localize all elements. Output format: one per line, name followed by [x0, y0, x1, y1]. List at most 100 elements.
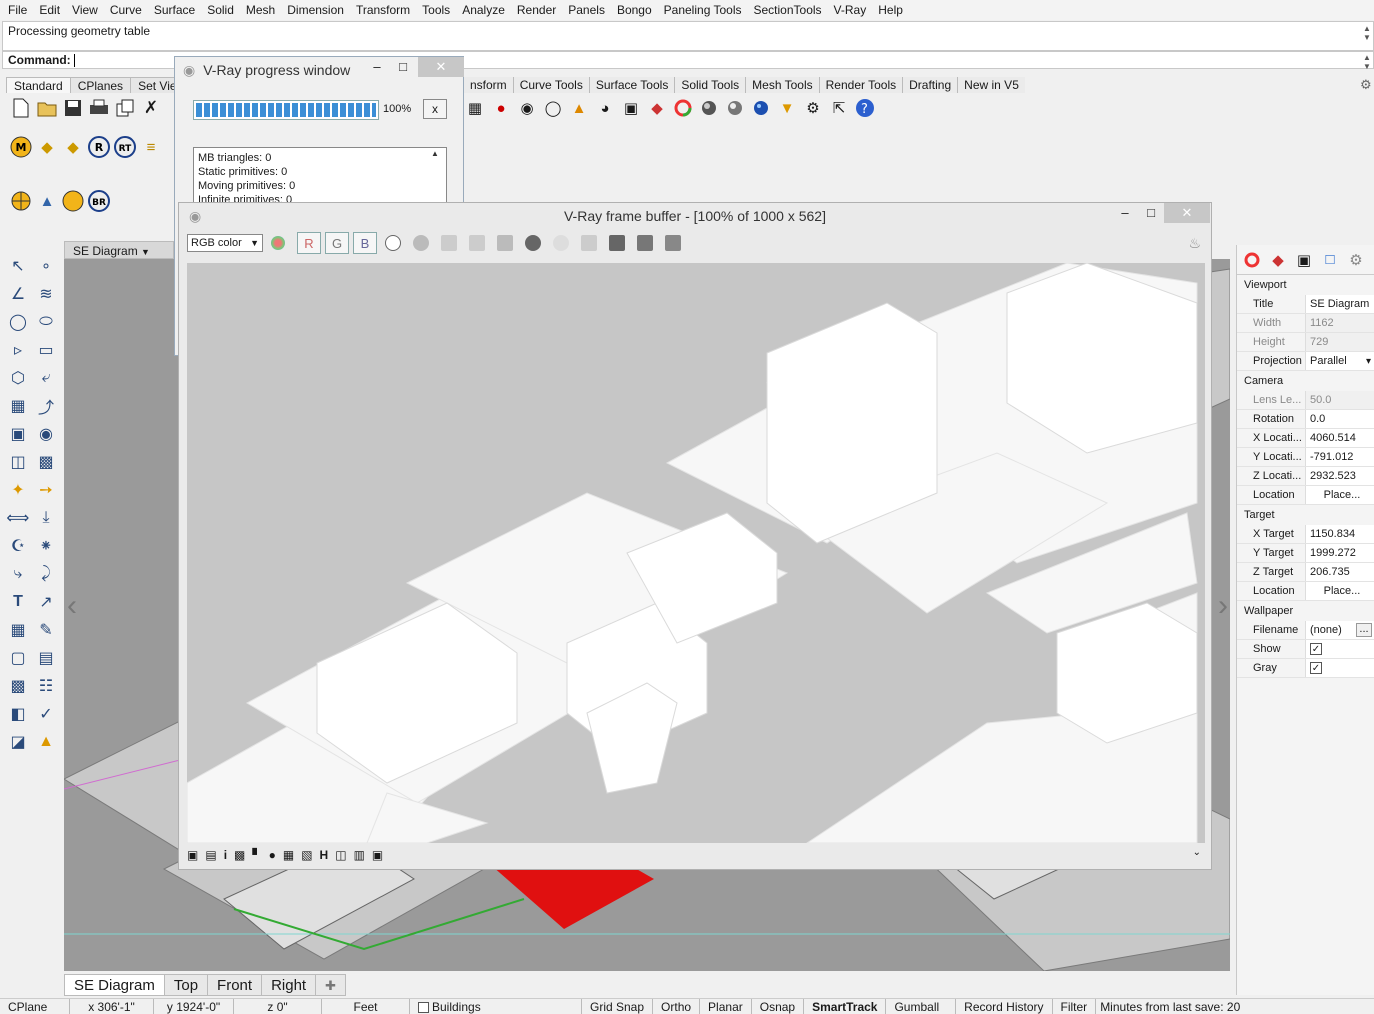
property-value[interactable]: 1999.272: [1305, 544, 1374, 562]
fb-h-icon[interactable]: H: [320, 848, 329, 862]
help-icon[interactable]: ?: [854, 97, 876, 119]
sphere-blue-icon[interactable]: [750, 97, 772, 119]
save-icon[interactable]: [62, 97, 84, 119]
alpha-icon[interactable]: [385, 235, 401, 251]
log-scroll-up-icon[interactable]: ▲: [431, 149, 439, 158]
sphere-render-icon[interactable]: [724, 97, 746, 119]
move-icon[interactable]: ⟺: [4, 504, 32, 532]
viewport-tab-front[interactable]: Front: [207, 974, 263, 996]
region-render-icon[interactable]: [609, 235, 625, 251]
fb-view-icon[interactable]: ▣: [372, 848, 383, 862]
menu-surface[interactable]: Surface: [148, 3, 201, 17]
status-osnap[interactable]: Osnap: [752, 999, 805, 1014]
chevron-down-icon[interactable]: ▾: [1366, 352, 1371, 370]
teapot-icon[interactable]: ♨: [1188, 235, 1201, 252]
property-value[interactable]: Place...: [1305, 486, 1374, 504]
fb-minimize-button[interactable]: –: [1115, 203, 1135, 223]
boolean-icon[interactable]: ◉: [32, 420, 60, 448]
scroll-right-icon[interactable]: ›: [1218, 589, 1228, 623]
fb-abc-icon[interactable]: ▥: [354, 848, 365, 862]
filter-icon[interactable]: ▼: [776, 97, 798, 119]
open-folder-icon[interactable]: [36, 97, 58, 119]
tab-solid-tools[interactable]: Solid Tools: [674, 77, 746, 93]
viewport-tab-top[interactable]: Top: [163, 974, 209, 996]
history-icon[interactable]: [665, 235, 681, 251]
save-all-icon[interactable]: [469, 235, 485, 251]
vray-framebuffer-icon[interactable]: ≡: [140, 136, 162, 158]
fb-exposure-icon[interactable]: ●: [269, 848, 276, 862]
menu-file[interactable]: File: [2, 3, 33, 17]
color-channels-icon[interactable]: [271, 236, 285, 250]
cancel-render-button[interactable]: x: [423, 99, 447, 119]
menu-section-tools[interactable]: SectionTools: [748, 3, 828, 17]
sphere-shaded-icon[interactable]: [698, 97, 720, 119]
property-value[interactable]: 2932.523: [1305, 467, 1374, 485]
property-value[interactable]: 0.0: [1305, 410, 1374, 428]
menu-transform[interactable]: Transform: [350, 3, 416, 17]
vray-material-icon[interactable]: M: [10, 136, 32, 158]
vray-rt-icon[interactable]: RT: [114, 136, 136, 158]
fb-close-button[interactable]: ✕: [1164, 203, 1210, 223]
align-icon[interactable]: ⤓: [32, 504, 60, 532]
options-gear-icon[interactable]: ⚙: [802, 97, 824, 119]
car-icon[interactable]: ●: [490, 97, 512, 119]
vray-light-icon[interactable]: ▲: [36, 190, 58, 212]
lock-icon[interactable]: ▣: [620, 97, 642, 119]
vray-mesh-icon[interactable]: [62, 190, 84, 212]
layers-panel-icon[interactable]: ◆: [1267, 249, 1289, 271]
menu-dimension[interactable]: Dimension: [281, 3, 350, 17]
vray-options-icon[interactable]: ◆: [36, 136, 58, 158]
eye-icon[interactable]: ◉: [516, 97, 538, 119]
group-icon[interactable]: ☪: [4, 532, 32, 560]
polyline-icon[interactable]: ∠: [4, 280, 32, 308]
tab-cplanes[interactable]: CPlanes: [69, 77, 132, 93]
menu-panels[interactable]: Panels: [562, 3, 611, 17]
status-layer[interactable]: Buildings: [410, 999, 582, 1014]
transform-icon[interactable]: ➙: [32, 476, 60, 504]
tab-mesh-tools[interactable]: Mesh Tools: [745, 77, 819, 93]
channel-select[interactable]: RGB color ▼: [187, 234, 263, 252]
point-icon[interactable]: ∘: [32, 252, 60, 280]
maximize-button[interactable]: □: [393, 57, 413, 77]
menu-vray[interactable]: V-Ray: [828, 3, 873, 17]
select-tool-icon[interactable]: ⇱: [828, 97, 850, 119]
status-cplane[interactable]: CPlane: [0, 999, 70, 1014]
display-panel-icon[interactable]: ▣: [1293, 249, 1315, 271]
fb-maximize-button[interactable]: □: [1141, 203, 1161, 223]
property-value[interactable]: Place...: [1305, 582, 1374, 600]
status-smarttrack[interactable]: SmartTrack: [804, 999, 887, 1014]
dimension-icon[interactable]: ↗: [32, 588, 60, 616]
menu-help[interactable]: Help: [872, 3, 909, 17]
array-icon[interactable]: ▦: [4, 616, 32, 644]
menu-curve[interactable]: Curve: [104, 3, 148, 17]
render-last-icon[interactable]: [581, 235, 597, 251]
select-arrow-icon[interactable]: ↖: [4, 252, 32, 280]
stack-icon[interactable]: ☷: [32, 672, 60, 700]
menu-view[interactable]: View: [66, 3, 104, 17]
vray-sun-icon[interactable]: [10, 190, 32, 212]
curve-points-icon[interactable]: ≋: [32, 280, 60, 308]
scroll-left-icon[interactable]: ‹: [67, 589, 77, 623]
lightbulb-icon[interactable]: ◕: [594, 97, 616, 119]
property-checkbox[interactable]: ✓: [1310, 643, 1322, 656]
viewport-title[interactable]: SE Diagram ▼: [64, 241, 174, 259]
tab-surface-tools[interactable]: Surface Tools: [588, 77, 675, 93]
open-image-icon[interactable]: [497, 235, 513, 251]
split-icon[interactable]: ⤸: [32, 560, 60, 588]
property-value[interactable]: 729: [1305, 333, 1374, 351]
panel-gear-icon[interactable]: ⚙: [1345, 249, 1367, 271]
box-icon[interactable]: ▣: [4, 420, 32, 448]
tab-render-tools[interactable]: Render Tools: [818, 77, 903, 93]
property-value[interactable]: ✓: [1305, 640, 1374, 658]
explode-icon[interactable]: ⁕: [32, 532, 60, 560]
mesh-icon[interactable]: ▩: [32, 448, 60, 476]
track-mouse-icon[interactable]: [553, 235, 569, 251]
property-value[interactable]: 1162: [1305, 314, 1374, 332]
fb-levels-icon[interactable]: ▤: [205, 848, 216, 862]
shapes-icon[interactable]: ▲: [568, 97, 590, 119]
property-value[interactable]: ✓: [1305, 659, 1374, 677]
copy-icon[interactable]: [114, 97, 136, 119]
vray-lights-icon[interactable]: ◆: [62, 136, 84, 158]
vray-br-icon[interactable]: BR: [88, 190, 110, 212]
frame-buffer-titlebar[interactable]: ◉ V-Ray frame buffer - [100% of 1000 x 5…: [179, 203, 1211, 229]
